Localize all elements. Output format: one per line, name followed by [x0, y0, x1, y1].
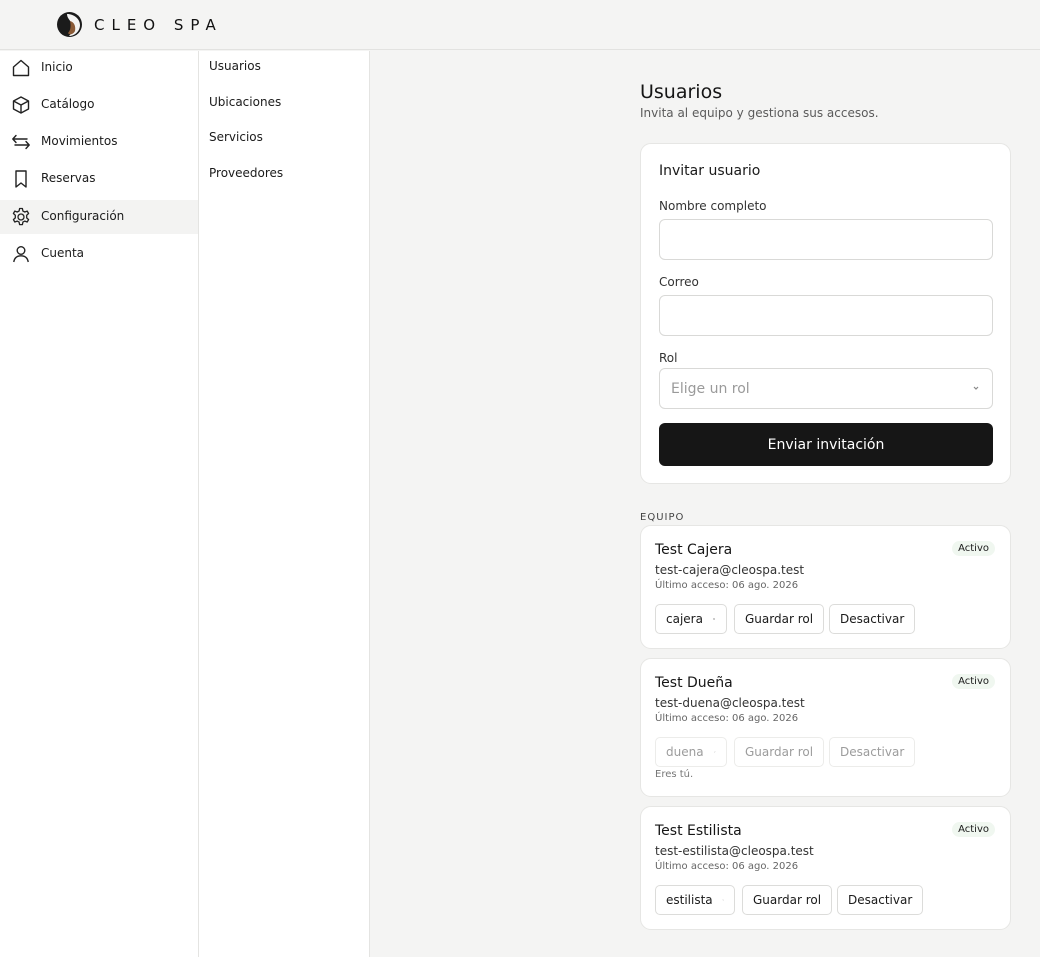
- sidebar-item-reservas[interactable]: Reservas: [0, 162, 198, 196]
- role-select[interactable]: Elige un rol: [659, 368, 993, 409]
- sidebar-item-label: Reservas: [41, 171, 96, 185]
- chevron-down-icon: [973, 386, 979, 390]
- logo-mark-icon: [57, 12, 82, 37]
- member-name: Test Cajera: [655, 542, 733, 558]
- sidebar-item-label: Inicio: [41, 60, 73, 74]
- box-icon: [12, 96, 30, 114]
- sidebar-item-label: Cuenta: [41, 246, 85, 260]
- member-email: test-duena@cleospa.test: [655, 696, 805, 710]
- self-note: Eres tú.: [655, 769, 694, 780]
- sidebar-item-cuenta[interactable]: Cuenta: [0, 237, 198, 271]
- save-role-button[interactable]: Guardar rol: [734, 737, 825, 767]
- member-card-duena: Test Dueña test-duena@cleospa.test Últim…: [640, 658, 1011, 797]
- page-subtitle: Invita al equipo y gestiona sus accesos.: [640, 106, 879, 120]
- deactivate-button[interactable]: Desactivar: [829, 604, 916, 634]
- member-role-value: duena: [666, 745, 704, 759]
- member-role-select[interactable]: duena: [655, 737, 727, 767]
- deactivate-button[interactable]: Desactivar: [829, 737, 916, 767]
- status-badge: Activo: [952, 541, 995, 556]
- role-select-placeholder: Elige un rol: [671, 380, 750, 397]
- sidebar-item-catalogo[interactable]: Catálogo: [0, 88, 198, 122]
- page-title: Usuarios: [640, 81, 723, 103]
- status-badge: Activo: [952, 674, 995, 689]
- member-last-access: Último acceso: 06 ago. 2026: [655, 580, 799, 591]
- deactivate-button[interactable]: Desactivar: [837, 885, 924, 915]
- save-role-button[interactable]: Guardar rol: [734, 604, 825, 634]
- chevron-down-icon: [712, 618, 715, 620]
- email-input[interactable]: [659, 295, 993, 336]
- team-section-label: EQUIPO: [640, 512, 685, 523]
- sidebar-item-label: Configuración: [41, 209, 125, 223]
- sidebar-item-movimientos[interactable]: Movimientos: [0, 125, 198, 159]
- member-name: Test Dueña: [655, 675, 733, 691]
- sidebar-item-label: Movimientos: [41, 134, 118, 148]
- member-email: test-cajera@cleospa.test: [655, 563, 805, 577]
- chevron-down-icon: [713, 751, 716, 753]
- member-last-access: Último acceso: 06 ago. 2026: [655, 861, 799, 872]
- sidebar-item-configuracion[interactable]: Configuración: [0, 200, 198, 234]
- status-badge: Activo: [952, 822, 995, 837]
- chevron-down-icon: [722, 899, 724, 901]
- user-icon: [13, 246, 29, 263]
- member-email: test-estilista@cleospa.test: [655, 844, 814, 858]
- gear-icon: [12, 207, 30, 226]
- member-last-access: Último acceso: 06 ago. 2026: [655, 713, 799, 724]
- name-field-label: Nombre completo: [659, 199, 767, 213]
- subnav-item-proveedores[interactable]: Proveedores: [209, 166, 283, 180]
- send-invitation-button[interactable]: Enviar invitación: [659, 423, 993, 466]
- member-role-value: cajera: [666, 612, 703, 626]
- member-role-select[interactable]: cajera: [655, 604, 727, 634]
- subnav-item-servicios[interactable]: Servicios: [209, 130, 263, 144]
- email-field-label: Correo: [659, 275, 699, 289]
- main-content: Usuarios Invita al equipo y gestiona sus…: [371, 51, 1040, 957]
- member-role-value: estilista: [666, 893, 713, 907]
- brand-logo[interactable]: CLEO SPA: [56, 11, 223, 38]
- member-role-select[interactable]: estilista: [655, 885, 735, 915]
- settings-subnav: Usuarios Ubicaciones Servicios Proveedor…: [199, 51, 370, 957]
- save-role-button[interactable]: Guardar rol: [742, 885, 833, 915]
- sidebar-item-label: Catálogo: [41, 97, 95, 111]
- invite-card-title: Invitar usuario: [659, 163, 761, 179]
- bookmark-icon: [15, 170, 27, 188]
- member-card-estilista: Test Estilista test-estilista@cleospa.te…: [640, 806, 1011, 930]
- subnav-item-ubicaciones[interactable]: Ubicaciones: [209, 95, 281, 109]
- member-name: Test Estilista: [655, 823, 742, 839]
- arrows-icon: [12, 134, 30, 150]
- invite-user-card: Invitar usuario Nombre completo Correo R…: [640, 143, 1011, 484]
- brand-name: CLEO SPA: [94, 15, 223, 34]
- top-bar: CLEO SPA: [0, 0, 1040, 50]
- sidebar-item-inicio[interactable]: Inicio: [0, 51, 198, 85]
- subnav-item-usuarios[interactable]: Usuarios: [209, 59, 261, 73]
- full-name-input[interactable]: [659, 219, 993, 260]
- role-field-label: Rol: [659, 351, 678, 365]
- sidebar: Inicio Catálogo Movimientos Reservas Con…: [0, 51, 199, 957]
- member-card-cajera: Test Cajera test-cajera@cleospa.test Últ…: [640, 525, 1011, 649]
- home-icon: [12, 59, 30, 77]
